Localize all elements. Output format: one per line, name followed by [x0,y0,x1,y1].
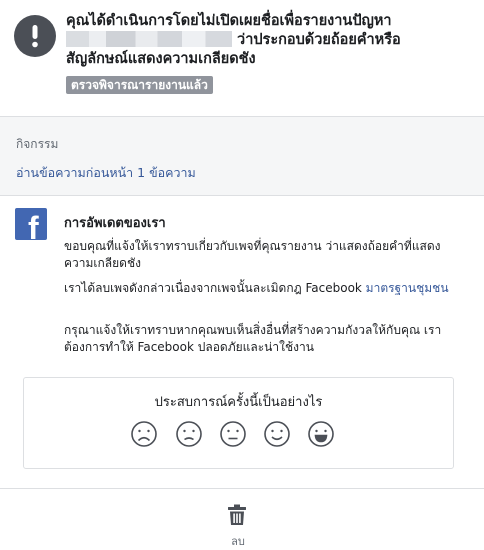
footer-bar: ลบ [0,488,484,550]
report-line-3: สัญลักษณ์แสดงความเกลียดชัง [66,51,256,67]
sad-face-icon[interactable] [175,420,203,448]
update-paragraph-thanks: ขอบคุณที่แจ้งให้เราทราบเกี่ยวกับเพจที่คุ… [64,239,441,270]
update-paragraph-concerns: กรุณาแจ้งให้เราทราบหากคุณพบเห็นสิ่งอื่นท… [64,323,442,354]
facebook-logo-letter: f [28,210,39,240]
very-sad-face-icon[interactable] [130,420,158,448]
activity-section: กิจกรรม อ่านข้อความก่อนหน้า 1 ข้อความ [0,116,484,196]
neutral-face-icon[interactable] [219,420,247,448]
report-line-2-text: ว่าประกอบด้วยถ้อยคำหรือ [232,32,401,48]
status-badge: ตรวจพิจารณารายงานแล้ว [66,76,213,94]
update-paragraph-removed: เราได้ลบเพจดังกล่าวเนื่องจากเพจนั้นละเมิ… [64,280,459,297]
happy-face-icon[interactable] [263,420,291,448]
activity-title: กิจกรรม [16,137,59,151]
redacted-page-name [66,31,232,47]
exclamation-icon [14,15,56,57]
report-line-1: คุณได้ดำเนินการโดยไม่เปิดเผยชื่อเพื่อราย… [66,13,392,29]
update-paragraph-removed-text: เราได้ลบเพจดังกล่าวเนื่องจากเพจนั้นละเมิ… [64,281,366,295]
feedback-box: ประสบการณ์ครั้งนี้เป็นอย่างไร [23,377,454,469]
community-standards-link[interactable]: มาตรฐานชุมชน [366,281,449,295]
previous-messages-link[interactable]: อ่านข้อความก่อนหน้า 1 ข้อความ [16,163,196,183]
report-header: คุณได้ดำเนินการโดยไม่เปิดเผยชื่อเพื่อราย… [0,0,484,116]
report-message: คุณได้ดำเนินการโดยไม่เปิดเผยชื่อเพื่อราย… [66,12,471,69]
very-happy-face-icon[interactable] [307,420,335,448]
feedback-question: ประสบการณ์ครั้งนี้เป็นอย่างไร [154,395,323,410]
trash-icon[interactable] [227,504,247,526]
delete-label[interactable]: ลบ [0,532,476,550]
facebook-logo: f [15,208,47,240]
report-line-2: ว่าประกอบด้วยถ้อยคำหรือ [66,31,471,50]
update-title: การอัพเดตของเรา [64,216,166,231]
